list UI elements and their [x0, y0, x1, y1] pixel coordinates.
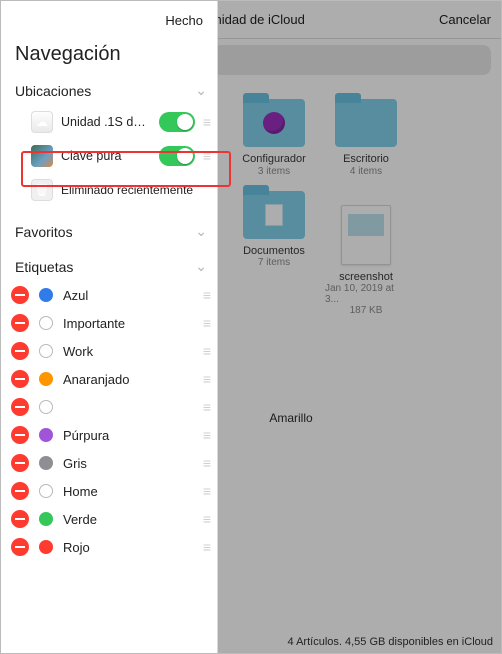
remove-icon[interactable] [11, 314, 29, 332]
trash-icon: 🗑 [31, 179, 53, 201]
chevron-down-icon: ⌄ [195, 223, 207, 240]
toggle-switch[interactable] [159, 146, 195, 166]
section-locations[interactable]: Ubicaciones ⌄ [1, 76, 217, 105]
tag-color-icon [39, 400, 53, 414]
tag-color-icon [39, 344, 53, 358]
tag-color-icon [39, 428, 53, 442]
drag-handle-icon[interactable]: ≡ [203, 427, 209, 443]
remove-icon[interactable] [11, 370, 29, 388]
drag-handle-icon[interactable]: ≡ [203, 114, 209, 130]
location-row-trash[interactable]: 🗑 Eliminado recientemente [1, 173, 217, 207]
drag-handle-icon[interactable]: ≡ [203, 483, 209, 499]
section-favorites[interactable]: Favoritos ⌄ [1, 217, 217, 246]
tag-label: Home [63, 484, 193, 499]
remove-icon[interactable] [11, 510, 29, 528]
tag-row[interactable]: Púrpura ≡ [1, 421, 217, 449]
chevron-down-icon: ⌄ [195, 258, 207, 275]
app-icon [31, 145, 53, 167]
tag-label: Azul [63, 288, 193, 303]
tag-color-icon [39, 456, 53, 470]
drag-handle-icon[interactable]: ≡ [203, 343, 209, 359]
drag-handle-icon[interactable]: ≡ [203, 371, 209, 387]
location-row-icloud[interactable]: ☁ Unidad .1S de iCloud ≡ [1, 105, 217, 139]
drag-handle-icon[interactable]: ≡ [203, 455, 209, 471]
tag-label: Rojo [63, 540, 193, 555]
remove-icon[interactable] [11, 482, 29, 500]
tag-row[interactable]: Gris ≡ [1, 449, 217, 477]
tag-label: Importante [63, 316, 193, 331]
section-tags[interactable]: Etiquetas ⌄ [1, 252, 217, 281]
remove-icon[interactable] [11, 454, 29, 472]
tag-color-icon [39, 372, 53, 386]
drag-handle-icon[interactable]: ≡ [203, 287, 209, 303]
drag-handle-icon[interactable]: ≡ [203, 315, 209, 331]
done-button[interactable]: Hecho [165, 13, 203, 28]
tag-row[interactable]: Rojo ≡ [1, 533, 217, 561]
tag-row[interactable]: Importante ≡ [1, 309, 217, 337]
tag-color-icon [39, 540, 53, 554]
dim-overlay [218, 1, 501, 653]
tag-label: Work [63, 344, 193, 359]
location-row-clavepura[interactable]: Clave pura ≡ [1, 139, 217, 173]
tag-color-icon [39, 316, 53, 330]
drag-handle-icon[interactable]: ≡ [203, 148, 209, 164]
drag-handle-icon[interactable]: ≡ [203, 539, 209, 555]
drag-handle-icon[interactable]: ≡ [203, 511, 209, 527]
drag-handle-icon[interactable]: ≡ [203, 399, 209, 415]
remove-icon[interactable] [11, 286, 29, 304]
tag-label: Gris [63, 456, 193, 471]
tag-row[interactable]: Verde ≡ [1, 505, 217, 533]
remove-icon[interactable] [11, 398, 29, 416]
remove-icon[interactable] [11, 538, 29, 556]
chevron-down-icon: ⌄ [195, 82, 207, 99]
tag-row[interactable]: Azul ≡ [1, 281, 217, 309]
remove-icon[interactable] [11, 342, 29, 360]
tag-row[interactable]: Anaranjado ≡ [1, 365, 217, 393]
toggle-switch[interactable] [159, 112, 195, 132]
tag-row[interactable]: Home ≡ [1, 477, 217, 505]
tag-color-icon [39, 288, 53, 302]
tags-list: Azul≡Importante≡Work≡Anaranjado≡≡Púrpura… [1, 281, 217, 561]
cloud-icon: ☁ [31, 111, 53, 133]
tag-row[interactable]: Work ≡ [1, 337, 217, 365]
tag-label: Anaranjado [63, 372, 193, 387]
tag-label: Púrpura [63, 428, 193, 443]
navigation-panel: Hecho Navegación Ubicaciones ⌄ ☁ Unidad … [1, 1, 218, 653]
remove-icon[interactable] [11, 426, 29, 444]
panel-title: Navegación [1, 39, 217, 76]
tag-row[interactable]: ≡ [1, 393, 217, 421]
tag-label: Verde [63, 512, 193, 527]
tag-color-icon [39, 512, 53, 526]
tag-color-icon [39, 484, 53, 498]
